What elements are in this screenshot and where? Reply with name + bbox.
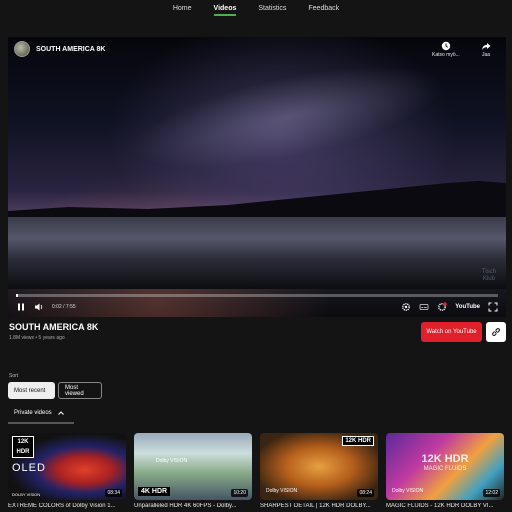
chevron-up-icon xyxy=(57,411,64,415)
thumb-badge: 4K HDR xyxy=(138,487,171,496)
hd-settings-button[interactable] xyxy=(437,302,448,312)
nav-videos[interactable]: Videos xyxy=(213,5,237,16)
player-title[interactable]: SOUTH AMERICA 8K xyxy=(36,46,105,53)
watch-on-youtube-button[interactable]: Watch on YouTube xyxy=(421,322,482,342)
thumb-overlay-text: OLED xyxy=(12,462,46,474)
link-icon xyxy=(492,328,500,336)
sort-label: Sort xyxy=(9,373,19,379)
video-card-title[interactable]: Unparalleled HDR 4K 60FPS - Dolby... xyxy=(134,503,252,509)
share-player-button[interactable]: Jaa xyxy=(481,41,491,58)
video-card[interactable]: Dolby VISION 4K HDR 10:20 Unparalleled H… xyxy=(134,433,252,512)
video-card[interactable]: 12K HDR MAGIC FLUIDS Dolby VISION 12:02 … xyxy=(386,433,504,512)
video-thumbnail[interactable]: 12K HDR OLED DOLBY VISION 08:34 xyxy=(8,433,126,500)
watch-later-label: Katso myö... xyxy=(432,52,460,58)
video-thumbnail[interactable]: Dolby VISION 4K HDR 10:20 xyxy=(134,433,252,500)
video-thumbnail[interactable]: 12K HDR Dolby VISION 08:24 xyxy=(260,433,378,500)
thumb-badge: 12K HDR xyxy=(342,436,374,446)
thumb-overlay-text: 12K HDR xyxy=(421,453,469,465)
volume-icon xyxy=(35,303,43,311)
video-meta: 1.8M views • 5 years ago xyxy=(9,335,65,341)
settings-icon xyxy=(402,303,411,311)
channel-avatar[interactable] xyxy=(14,41,30,57)
video-duration: 08:34 xyxy=(105,489,122,497)
video-card-title[interactable]: EXTREME COLORS of Dolby Vision 1... xyxy=(8,503,126,509)
dolby-logo: DOLBY VISION xyxy=(12,492,41,497)
dolby-logo: Dolby VISION xyxy=(156,458,188,464)
share-icon xyxy=(482,43,491,50)
clock-icon xyxy=(441,41,451,51)
thumb-badge: 12K HDR xyxy=(12,436,34,458)
player-controls: 0:02 / 7:55 YouTube xyxy=(8,297,506,317)
subtitles-button[interactable] xyxy=(419,302,429,312)
fullscreen-icon xyxy=(488,302,498,312)
salt-lake xyxy=(8,217,506,289)
share-label: Jaa xyxy=(481,52,491,58)
watch-later-button[interactable]: Katso myö... xyxy=(432,41,460,58)
private-videos-toggle[interactable]: Private videos xyxy=(8,404,74,424)
video-duration: 12:02 xyxy=(483,489,500,497)
dolby-logo: Dolby VISION xyxy=(266,488,298,494)
video-duration: 08:24 xyxy=(357,489,374,497)
top-nav: Home Videos Statistics Feedback xyxy=(0,0,512,22)
volume-button[interactable] xyxy=(34,302,44,312)
video-duration: 10:20 xyxy=(231,489,248,497)
video-card-title[interactable]: SHARPEST DETAIL | 12K HDR DOLBY... xyxy=(260,503,378,509)
watermark: Tisch Klub xyxy=(481,269,496,282)
video-card[interactable]: 12K HDR Dolby VISION 08:24 SHARPEST DETA… xyxy=(260,433,378,512)
fullscreen-button[interactable] xyxy=(488,302,498,312)
nav-feedback[interactable]: Feedback xyxy=(308,5,339,16)
dolby-logo: Dolby VISION xyxy=(392,488,424,494)
video-card-title[interactable]: MAGIC FLUIDS - 12K HDR DOLBY VI... xyxy=(386,503,504,509)
private-videos-label: Private videos xyxy=(14,410,52,416)
subtitles-icon xyxy=(419,304,429,310)
video-player[interactable]: SOUTH AMERICA 8K Katso myö... Jaa Tisch … xyxy=(8,37,506,317)
time-display: 0:02 / 7:55 xyxy=(52,304,76,310)
thumb-overlay-subtext: MAGIC FLUIDS xyxy=(423,466,467,472)
video-card[interactable]: 12K HDR OLED DOLBY VISION 08:34 EXTREME C… xyxy=(8,433,126,512)
nav-statistics[interactable]: Statistics xyxy=(258,5,286,16)
settings-button[interactable] xyxy=(401,302,411,312)
mountain-silhouette xyxy=(8,181,506,217)
sort-most-recent[interactable]: Most recent xyxy=(8,382,55,399)
gear-hd-icon xyxy=(438,302,448,311)
player-header: SOUTH AMERICA 8K xyxy=(14,41,105,57)
youtube-logo[interactable]: YouTube xyxy=(455,304,480,310)
sort-most-viewed[interactable]: Most viewed xyxy=(58,382,102,399)
copy-link-button[interactable] xyxy=(486,322,506,342)
pause-button[interactable] xyxy=(16,302,26,312)
video-thumbnail[interactable]: 12K HDR MAGIC FLUIDS Dolby VISION 12:02 xyxy=(386,433,504,500)
pause-icon xyxy=(18,303,24,311)
nav-home[interactable]: Home xyxy=(173,5,192,16)
video-title: SOUTH AMERICA 8K xyxy=(9,322,99,332)
